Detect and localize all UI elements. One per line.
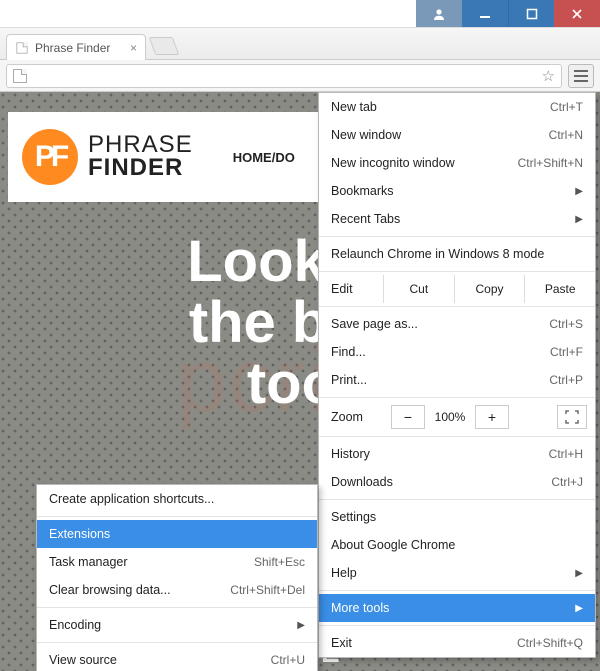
menu-separator	[319, 306, 595, 307]
menu-separator	[37, 516, 317, 517]
close-button[interactable]	[554, 0, 600, 27]
menu-find[interactable]: Find...Ctrl+F	[319, 338, 595, 366]
tab-close-icon[interactable]: ×	[130, 41, 137, 55]
zoom-value: 100%	[425, 410, 475, 424]
user-button[interactable]	[416, 0, 462, 27]
new-tab-button[interactable]	[149, 37, 180, 55]
window-titlebar	[0, 0, 600, 28]
menu-copy[interactable]: Copy	[454, 275, 525, 303]
bookmark-star-icon[interactable]: ☆	[542, 67, 555, 85]
submenu-extensions[interactable]: Extensions	[37, 520, 317, 548]
menu-save-as[interactable]: Save page as...Ctrl+S	[319, 310, 595, 338]
maximize-button[interactable]	[508, 0, 554, 27]
submenu-create-shortcuts[interactable]: Create application shortcuts...	[37, 485, 317, 513]
menu-paste[interactable]: Paste	[524, 275, 595, 303]
menu-cut[interactable]: Cut	[383, 275, 454, 303]
minimize-icon	[479, 8, 491, 20]
submenu-task-manager[interactable]: Task managerShift+Esc	[37, 548, 317, 576]
submenu-encoding[interactable]: Encoding▶	[37, 611, 317, 639]
menu-about[interactable]: About Google Chrome	[319, 531, 595, 559]
menu-separator	[319, 625, 595, 626]
menu-separator	[319, 271, 595, 272]
menu-exit[interactable]: ExitCtrl+Shift+Q	[319, 629, 595, 657]
menu-more-tools[interactable]: More tools▶	[319, 594, 595, 622]
zoom-out-button[interactable]: −	[391, 405, 425, 429]
fullscreen-button[interactable]	[557, 405, 587, 429]
menu-print[interactable]: Print...Ctrl+P	[319, 366, 595, 394]
address-bar[interactable]: ☆	[6, 64, 562, 88]
menu-relaunch-win8[interactable]: Relaunch Chrome in Windows 8 mode	[319, 240, 595, 268]
chevron-right-icon: ▶	[575, 568, 583, 579]
menu-recent-tabs[interactable]: Recent Tabs▶	[319, 205, 595, 233]
brand-line2: FINDER	[88, 157, 193, 180]
maximize-icon	[526, 8, 538, 20]
submenu-clear-browsing[interactable]: Clear browsing data...Ctrl+Shift+Del	[37, 576, 317, 604]
menu-new-tab[interactable]: New tabCtrl+T	[319, 93, 595, 121]
more-tools-submenu: Create application shortcuts... Extensio…	[36, 484, 318, 671]
close-icon	[571, 8, 583, 20]
menu-separator	[37, 607, 317, 608]
brand-text: PHRASE FINDER	[88, 134, 193, 180]
submenu-view-source[interactable]: View sourceCtrl+U	[37, 646, 317, 671]
menu-separator	[319, 499, 595, 500]
menu-separator	[319, 590, 595, 591]
zoom-in-button[interactable]: +	[475, 405, 509, 429]
menu-separator	[319, 236, 595, 237]
chrome-main-menu: New tabCtrl+T New windowCtrl+N New incog…	[318, 92, 596, 658]
menu-help[interactable]: Help▶	[319, 559, 595, 587]
tab-strip: Phrase Finder ×	[0, 28, 600, 60]
tab-favicon	[16, 42, 27, 53]
chevron-right-icon: ▶	[575, 214, 583, 225]
menu-bookmarks[interactable]: Bookmarks▶	[319, 177, 595, 205]
page-content: pcrisk PF PHRASE FINDER HOME/DO Looking …	[0, 92, 600, 671]
menu-edit-label: Edit	[319, 282, 383, 296]
minimize-button[interactable]	[462, 0, 508, 27]
tab-phrase-finder[interactable]: Phrase Finder ×	[6, 34, 146, 60]
menu-settings[interactable]: Settings	[319, 503, 595, 531]
menu-zoom-label: Zoom	[331, 410, 391, 424]
nav-home-link[interactable]: HOME/DO	[233, 150, 295, 165]
menu-edit-row: Edit Cut Copy Paste	[319, 275, 595, 303]
fullscreen-icon	[565, 410, 579, 424]
menu-separator	[37, 642, 317, 643]
menu-new-incognito[interactable]: New incognito windowCtrl+Shift+N	[319, 149, 595, 177]
menu-new-window[interactable]: New windowCtrl+N	[319, 121, 595, 149]
tab-title: Phrase Finder	[35, 41, 110, 55]
page-icon	[13, 69, 27, 83]
menu-history[interactable]: HistoryCtrl+H	[319, 440, 595, 468]
menu-separator	[319, 436, 595, 437]
browser-toolbar: ☆	[0, 60, 600, 92]
chrome-menu-button[interactable]	[568, 64, 594, 88]
chevron-right-icon: ▶	[575, 186, 583, 197]
menu-downloads[interactable]: DownloadsCtrl+J	[319, 468, 595, 496]
user-icon	[432, 7, 446, 21]
phrase-finder-logo: PF	[22, 129, 78, 185]
menu-zoom-row: Zoom − 100% +	[319, 401, 595, 433]
menu-separator	[319, 397, 595, 398]
chevron-right-icon: ▶	[297, 620, 305, 631]
chevron-right-icon: ▶	[575, 603, 583, 614]
